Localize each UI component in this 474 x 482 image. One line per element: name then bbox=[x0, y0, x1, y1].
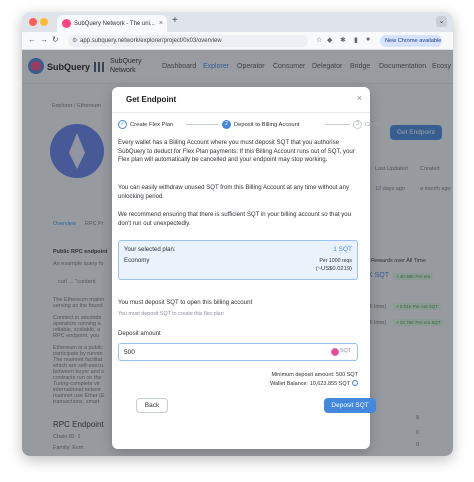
minimize-window-icon[interactable] bbox=[40, 18, 48, 26]
back-button[interactable]: Back bbox=[136, 398, 168, 413]
must-deposit-subtext: You must deposit SQT to create this flex… bbox=[118, 311, 224, 317]
selected-plan-card: Your selected plan: 1 SQT Economy Per 10… bbox=[118, 240, 358, 280]
profile-icon[interactable]: ● bbox=[366, 36, 370, 43]
new-tab-button[interactable]: + bbox=[172, 15, 178, 26]
extension-icon[interactable]: ✱ bbox=[340, 36, 346, 44]
subquery-favicon-icon bbox=[62, 19, 71, 28]
step-3-label: Confirm bbox=[365, 122, 386, 128]
reload-icon[interactable]: ↻ bbox=[52, 35, 59, 44]
browser-window: SubQuery Network - The uni... × + ⌄ ← → … bbox=[22, 12, 453, 456]
info-icon[interactable]: i bbox=[352, 380, 358, 386]
close-icon[interactable]: × bbox=[357, 93, 362, 103]
step-connector bbox=[186, 124, 218, 125]
plan-unit: Per 1000 reqs bbox=[319, 258, 352, 264]
modal-title: Get Endpoint bbox=[126, 95, 177, 104]
plan-price: 1 SQT bbox=[333, 246, 352, 253]
browser-tab[interactable]: SubQuery Network - The uni... × bbox=[57, 15, 167, 32]
step-3-marker: 3 bbox=[353, 120, 362, 129]
tab-close-icon[interactable]: × bbox=[159, 20, 163, 27]
tab-title: SubQuery Network - The uni... bbox=[74, 20, 155, 27]
deposit-unit: SQT bbox=[340, 348, 351, 354]
must-deposit-text: You must deposit SQT to open this billin… bbox=[118, 299, 253, 306]
metamask-extension-icon[interactable]: ◆ bbox=[327, 36, 332, 44]
deposit-amount-input[interactable] bbox=[118, 343, 358, 361]
deposit-sqt-button[interactable]: Deposit SQT bbox=[324, 398, 376, 413]
sidepanel-icon[interactable]: ▮ bbox=[354, 36, 358, 44]
forward-nav-icon[interactable]: → bbox=[40, 35, 48, 44]
modal-divider bbox=[112, 112, 370, 113]
close-window-icon[interactable] bbox=[29, 18, 37, 26]
step-2-marker: 2 bbox=[222, 120, 231, 129]
step-connector bbox=[325, 124, 350, 125]
new-chrome-badge-label: New Chrome available bbox=[385, 38, 442, 44]
bookmark-star-icon[interactable]: ☆ bbox=[316, 36, 322, 44]
plan-name: Economy bbox=[124, 257, 150, 264]
step-1-label: Create Flex Plan bbox=[130, 122, 174, 128]
wallet-balance-row: Wallet Balance: 10,623.855 SQT i bbox=[270, 380, 358, 387]
address-toolbar: ← → ↻ ⚙ app.subquery.network/explorer/pr… bbox=[22, 32, 453, 50]
back-nav-icon[interactable]: ← bbox=[28, 35, 36, 44]
plan-label: Your selected plan: bbox=[124, 246, 176, 253]
step-1-check-icon: ✓ bbox=[118, 120, 127, 129]
deposit-amount-label: Deposit amount bbox=[118, 330, 161, 337]
get-endpoint-modal: Get Endpoint × ✓ Create Flex Plan 2 Depo… bbox=[112, 87, 385, 449]
wallet-balance-text: Wallet Balance: 10,623.855 SQT bbox=[270, 381, 350, 387]
plan-usd: (~US$0.0219) bbox=[315, 266, 352, 272]
url-field[interactable]: ⚙ app.subquery.network/explorer/project/… bbox=[68, 35, 308, 47]
recommendation-text: We recommend ensuring that there is suff… bbox=[118, 211, 352, 227]
site-info-icon[interactable]: ⚙ bbox=[72, 35, 77, 47]
billing-explanation: Every wallet has a Billing Account where… bbox=[118, 139, 355, 164]
tab-bar: SubQuery Network - The uni... × + ⌄ bbox=[22, 12, 453, 32]
withdraw-explanation: You can easily withdraw unused SQT from … bbox=[118, 184, 350, 200]
minimum-deposit-text: Minimum deposit amount: 500 SQT bbox=[271, 372, 358, 378]
url-text: app.subquery.network/explorer/project/0x… bbox=[80, 38, 222, 44]
new-chrome-badge[interactable]: New Chrome available bbox=[380, 35, 442, 47]
tab-search-icon[interactable]: ⌄ bbox=[436, 16, 447, 27]
sqt-token-icon bbox=[331, 348, 339, 356]
step-2-label: Deposit to Billing Account bbox=[234, 122, 300, 128]
